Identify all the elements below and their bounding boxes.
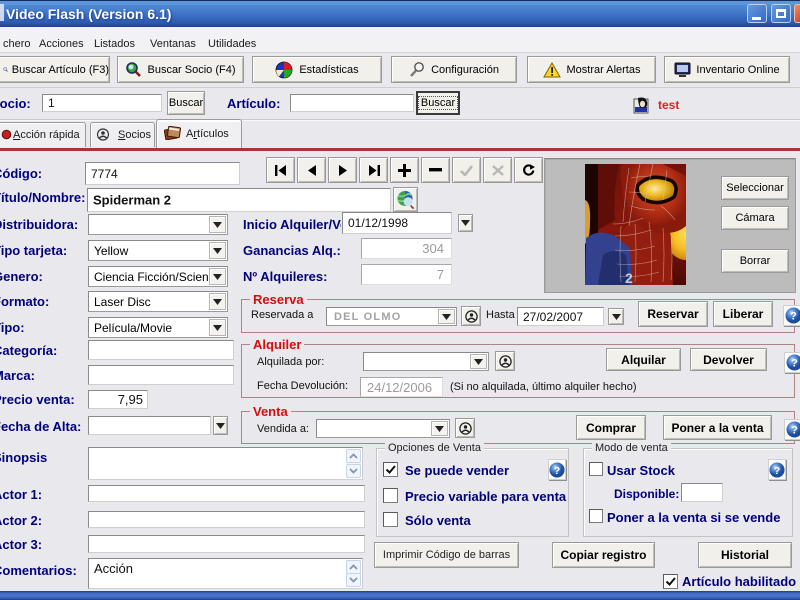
- svg-text:?: ?: [791, 358, 798, 370]
- svg-text:?: ?: [774, 465, 780, 476]
- svg-text:?: ?: [791, 425, 798, 437]
- svg-text:?: ?: [554, 465, 560, 476]
- svg-text:?: ?: [790, 311, 797, 323]
- svg-text:2: 2: [625, 270, 633, 285]
